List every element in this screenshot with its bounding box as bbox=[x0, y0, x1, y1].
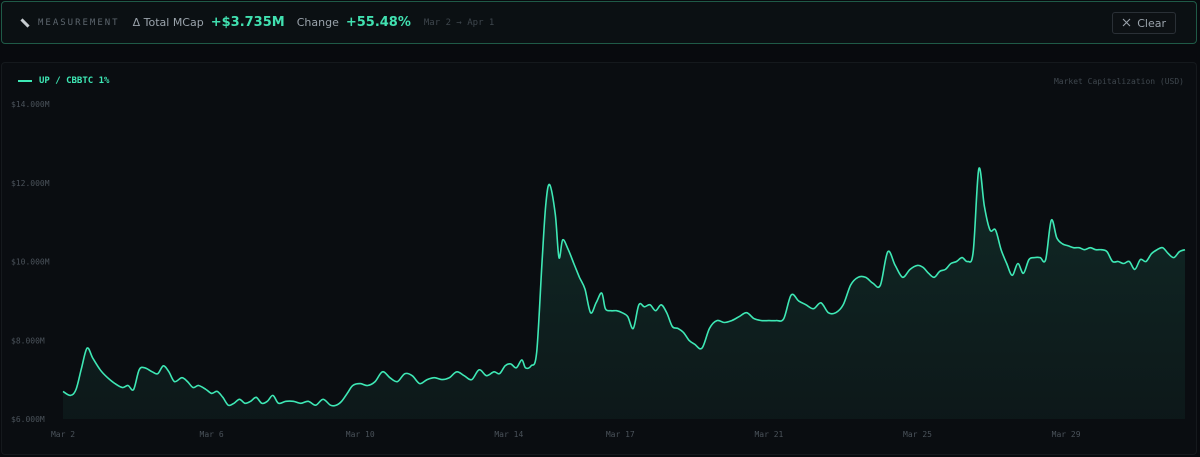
y-tick-label: $6.000M bbox=[11, 415, 45, 424]
chart-panel: UP / CBBTC 1% Market Capitalization (USD… bbox=[1, 62, 1197, 455]
x-tick-label: Mar 10 bbox=[346, 430, 375, 439]
clear-label: Clear bbox=[1137, 16, 1166, 30]
x-tick-label: Mar 2 bbox=[51, 430, 75, 439]
x-tick-label: Mar 14 bbox=[494, 430, 523, 439]
measurement-label: MEASUREMENT bbox=[38, 17, 120, 28]
measurement-bar: MEASUREMENT Δ Total MCap +$3.735M Change… bbox=[1, 1, 1197, 44]
clear-button[interactable]: Clear bbox=[1112, 12, 1176, 34]
y-tick-label: $10.000M bbox=[11, 258, 50, 267]
change-label: Change bbox=[296, 16, 339, 29]
total-mcap-value: +$3.735M bbox=[210, 15, 285, 30]
y-tick-label: $12.000M bbox=[11, 179, 50, 188]
date-range: Mar 2 → Apr 1 bbox=[423, 17, 495, 28]
total-mcap-delta: Δ Total MCap +$3.735M bbox=[133, 15, 285, 30]
close-icon bbox=[1122, 17, 1131, 30]
x-tick-label: Mar 29 bbox=[1052, 430, 1081, 439]
ruler-icon bbox=[18, 16, 32, 30]
change-metric: Change +55.48% bbox=[297, 15, 411, 30]
x-tick-label: Mar 25 bbox=[903, 430, 932, 439]
series-area bbox=[63, 167, 1185, 419]
market-cap-chart: $6.000M $8.000M $10.000M $12.000M $14.000M Ma… bbox=[11, 100, 1186, 439]
x-tick-label: Mar 6 bbox=[200, 430, 224, 439]
x-tick-label: Mar 17 bbox=[606, 430, 635, 439]
y-tick-label: $8.000M bbox=[11, 336, 45, 345]
x-tick-label: Mar 21 bbox=[754, 430, 783, 439]
total-mcap-label: Δ Total MCap bbox=[132, 16, 204, 29]
y-tick-label: $14.000M bbox=[11, 100, 50, 109]
change-value: +55.48% bbox=[345, 15, 411, 30]
